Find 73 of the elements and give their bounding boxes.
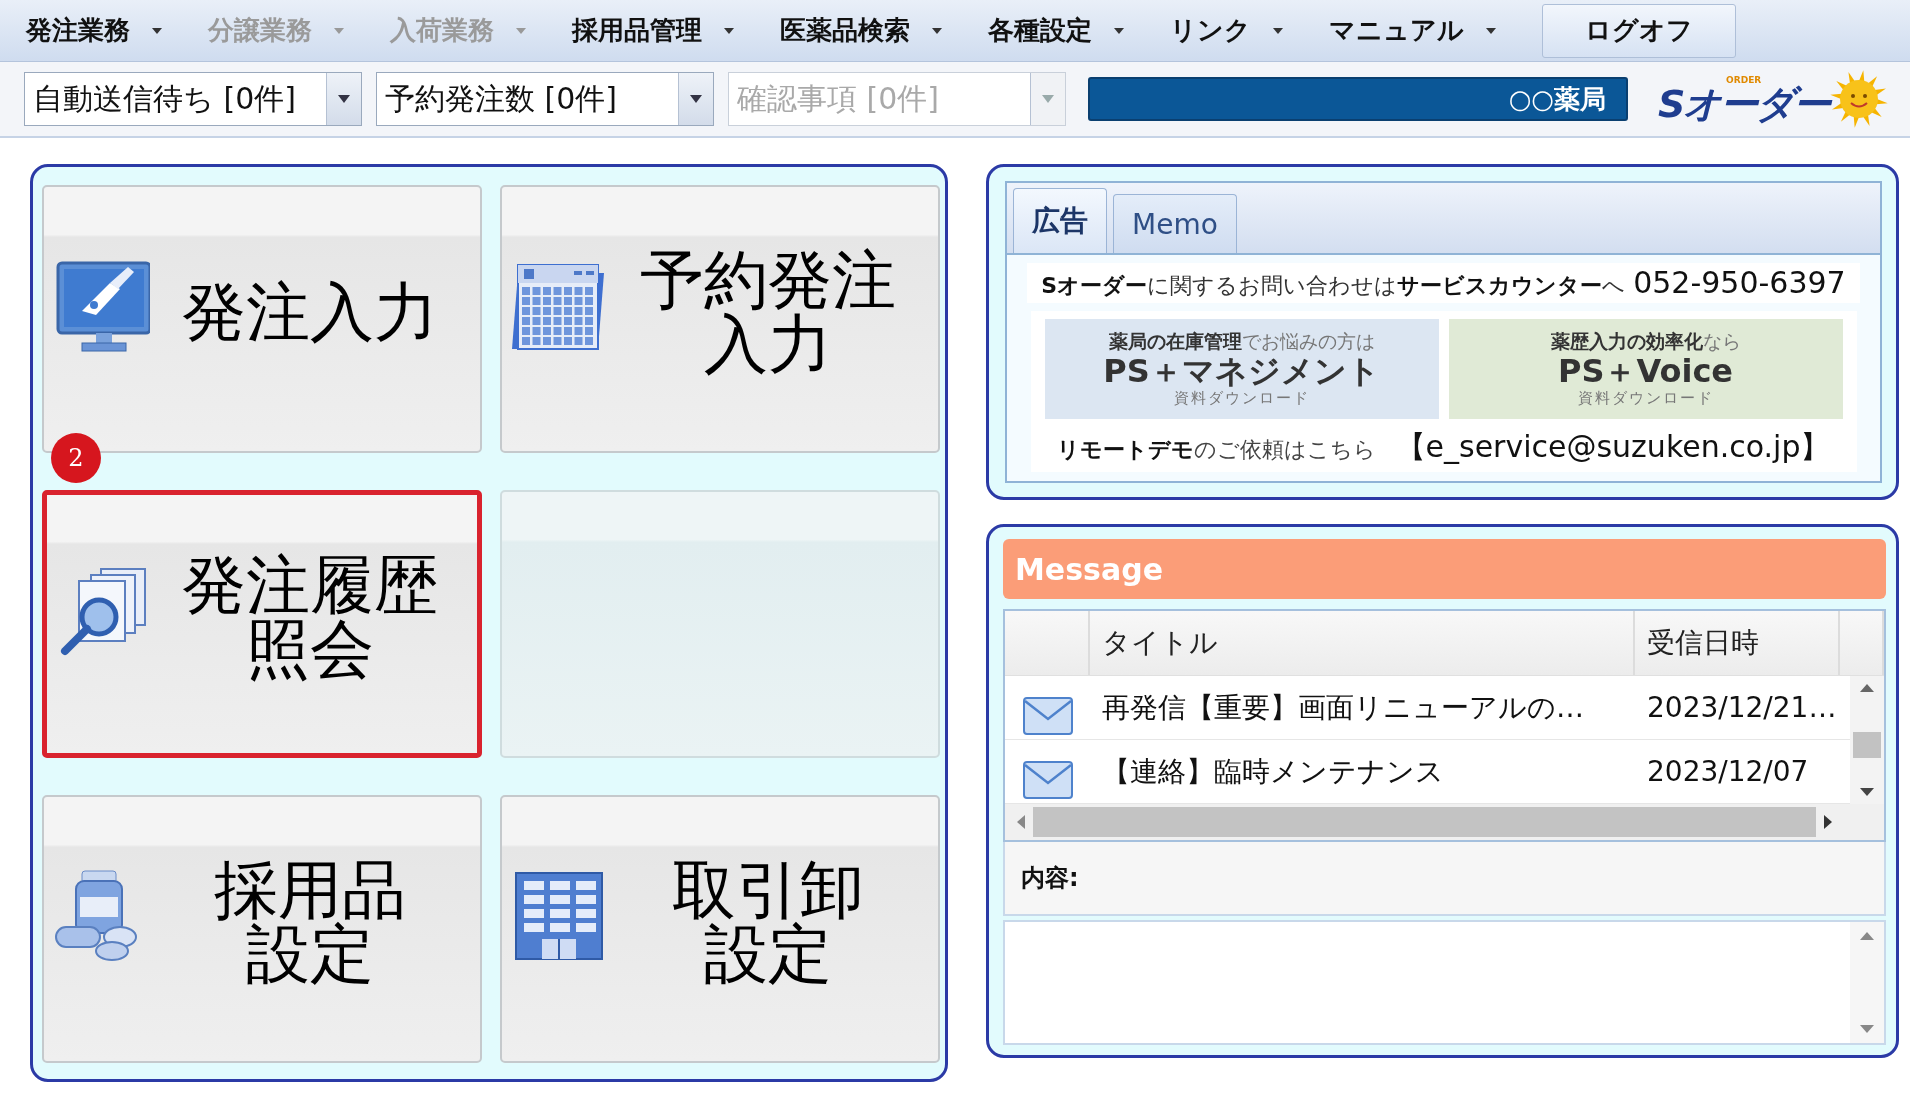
tile-label: 設定 xyxy=(704,922,832,986)
tile-label: 予約発注 xyxy=(640,248,896,312)
column-header: 受信日時 xyxy=(1635,611,1840,675)
banner-title: PS＋Voice xyxy=(1557,352,1734,390)
step-badge: 2 xyxy=(51,433,101,483)
menu-item[interactable]: 採用品管理 xyxy=(572,13,734,48)
dropdown[interactable]: 予約発注数 [0件] xyxy=(376,72,714,126)
menu-item[interactable]: リンク xyxy=(1170,13,1283,48)
scroll-up-icon xyxy=(1860,684,1874,692)
scroll-right-icon xyxy=(1824,815,1832,829)
table-cell-text: 再発信【重要】画面リニューアルの… xyxy=(1101,689,1585,726)
banner-title: PS＋マネジメント xyxy=(1103,352,1380,390)
caret-icon xyxy=(1486,27,1496,34)
caret-icon xyxy=(1114,27,1124,34)
monitor-icon xyxy=(54,259,150,355)
tile-label: 入力 xyxy=(704,312,832,376)
tile-label: 取引卸 xyxy=(672,858,864,922)
contact-text: Sオーダーに関するお問い合わせはサービスカウンターへ xyxy=(1041,272,1626,300)
email-link[interactable]: 【e_service@suzuken.co.jp】 xyxy=(1395,427,1831,468)
menu-tile[interactable]: 取引卸 設定 xyxy=(500,795,940,1063)
menu-item[interactable]: マニュアル xyxy=(1329,13,1496,48)
scrollbar-thumb[interactable] xyxy=(1033,807,1816,837)
scroll-up-icon xyxy=(1860,932,1874,940)
content-label: 内容: xyxy=(1021,863,1079,894)
caret-icon xyxy=(724,27,734,34)
caret-icon xyxy=(690,95,702,103)
caret-icon xyxy=(516,27,526,34)
caret-icon xyxy=(152,27,162,34)
message-content-area[interactable] xyxy=(1003,920,1886,1045)
menu-item[interactable]: 発注業務 xyxy=(26,13,162,48)
menu-tile[interactable]: 予約発注 入力 xyxy=(500,185,940,453)
scrollbar[interactable] xyxy=(1850,676,1884,804)
tab[interactable]: 広告 xyxy=(1013,188,1107,253)
demo-text: リモートデモのご依頼はこちら xyxy=(1056,436,1376,464)
logo-tagline: ORDER xyxy=(1726,75,1762,85)
table-cell-text: 2023/12/21… xyxy=(1646,690,1838,726)
banner-heading: 薬局の在庫管理でお悩みの方は xyxy=(1108,331,1375,353)
dropdown[interactable]: 自動送信待ち [0件] xyxy=(24,72,362,126)
caret-icon xyxy=(1042,95,1054,103)
phone-number: 052-950-6397 xyxy=(1633,265,1846,300)
tile-label: 設定 xyxy=(246,922,374,986)
pharmacy-name: ○○薬局 xyxy=(1508,82,1606,116)
logoff-button[interactable]: ログオフ xyxy=(1542,3,1736,58)
message-title: Message xyxy=(1015,551,1163,587)
download-link[interactable]: 資料ダウンロード xyxy=(1577,389,1714,407)
banner-heading: 薬歴入力の効率化なら xyxy=(1550,331,1741,353)
tile-label: 発注履歴 xyxy=(182,553,438,617)
scroll-down-icon xyxy=(1860,788,1874,796)
tile-label: 採用品 xyxy=(214,858,406,922)
caret-icon xyxy=(334,27,344,34)
scrollbar-thumb[interactable] xyxy=(1853,732,1881,758)
tile-label: 発注入力 xyxy=(182,280,438,344)
caret-icon xyxy=(932,27,942,34)
caret-icon xyxy=(338,95,350,103)
envelope-icon xyxy=(1022,697,1073,735)
menu-item[interactable]: 医薬品検索 xyxy=(780,13,942,48)
ad-banner[interactable]: 薬歴入力の効率化なら PS＋Voice 資料ダウンロード xyxy=(1448,319,1843,419)
menu-item[interactable]: 各種設定 xyxy=(988,13,1124,48)
scroll-left-icon xyxy=(1017,815,1025,829)
ad-banner[interactable]: 薬局の在庫管理でお悩みの方は PS＋マネジメント 資料ダウンロード xyxy=(1044,319,1439,419)
tab[interactable]: Memo xyxy=(1113,194,1237,253)
tile-label: 照会 xyxy=(246,617,374,681)
envelope-icon xyxy=(1022,761,1073,799)
scroll-down-icon xyxy=(1860,1025,1874,1033)
message-row[interactable]: 再発信【重要】画面リニューアルの… 2023/12/21… xyxy=(1005,676,1850,740)
column-header: タイトル xyxy=(1090,611,1635,675)
logo-text: Sオーダー xyxy=(1658,84,1830,123)
table-cell-text: 2023/12/07 xyxy=(1646,754,1810,790)
caret-icon xyxy=(1273,27,1283,34)
menu-tile[interactable]: 採用品 設定 xyxy=(42,795,482,1063)
download-link[interactable]: 資料ダウンロード xyxy=(1173,389,1310,407)
table-cell-text: 【連絡】臨時メンテナンス xyxy=(1101,753,1445,790)
scrollbar[interactable] xyxy=(1850,922,1884,1043)
